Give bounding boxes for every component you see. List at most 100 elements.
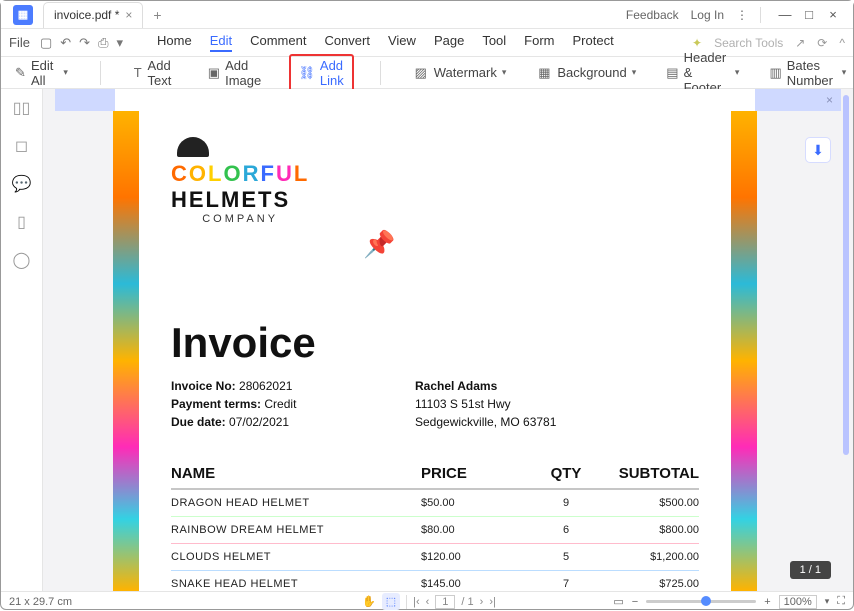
cloud-icon[interactable]: ⟳ <box>817 36 827 50</box>
zoom-in-icon[interactable]: + <box>764 596 770 608</box>
total-pages: / 1 <box>461 596 473 608</box>
menu-tool[interactable]: Tool <box>482 33 506 52</box>
menu-comment[interactable]: Comment <box>250 33 306 52</box>
last-page-icon[interactable]: ›| <box>489 596 496 608</box>
undo-icon[interactable]: ↶ <box>60 35 71 51</box>
add-text-label: Add Text <box>148 58 178 88</box>
add-link-label: Add Link <box>320 58 344 88</box>
document-tab[interactable]: invoice.pdf * × <box>43 2 143 28</box>
image-icon: ▣ <box>208 65 220 81</box>
redo-icon[interactable]: ↷ <box>79 35 90 51</box>
add-image-button[interactable]: ▣ Add Image <box>202 55 271 91</box>
add-image-label: Add Image <box>225 58 265 88</box>
edit-all-label: Edit All <box>31 58 58 88</box>
col-qty: QTY <box>521 465 611 482</box>
logo-line1: COLORFUL <box>171 161 309 187</box>
print-icon[interactable]: ⎙ <box>98 35 108 51</box>
watermark-label: Watermark <box>434 65 497 80</box>
zoom-out-icon[interactable]: − <box>632 596 638 608</box>
table-row: DRAGON HEAD HELMET $50.00 9 $500.00 <box>171 490 699 517</box>
edit-icon: ✎ <box>15 65 26 81</box>
attachments-icon[interactable]: ▯ <box>13 213 31 231</box>
zoom-slider[interactable] <box>646 600 756 603</box>
floating-save-button[interactable]: ⬇ <box>805 137 831 163</box>
pushpin-icon[interactable]: 📌 <box>363 229 395 260</box>
first-page-icon[interactable]: |‹ <box>413 596 420 608</box>
text-icon: T <box>133 65 143 81</box>
collapse-ribbon-icon[interactable]: ^ <box>839 36 845 50</box>
next-page-icon[interactable]: › <box>480 596 484 608</box>
due-label: Due date: <box>171 415 226 429</box>
table-header: NAME PRICE QTY SUBTOTAL <box>171 465 699 490</box>
watermark-button[interactable]: ▨ Watermark ▾ <box>407 62 513 84</box>
watermark-icon: ▨ <box>413 65 429 81</box>
page-dimensions: 21 x 29.7 cm <box>9 596 72 608</box>
invoice-meta-left: Invoice No: 28062021 Payment terms: Cred… <box>171 377 296 431</box>
menu-view[interactable]: View <box>388 33 416 52</box>
background-icon: ▦ <box>536 65 552 81</box>
tab-title: invoice.pdf * <box>54 8 119 22</box>
background-button[interactable]: ▦ Background ▾ <box>530 62 642 84</box>
share-icon[interactable]: ↗ <box>795 36 805 50</box>
minimize-button[interactable]: — <box>773 5 797 25</box>
pdf-page[interactable]: COLORFUL HELMETS COMPANY 📌 Invoice Invoi… <box>115 89 755 591</box>
header-footer-icon: ▤ <box>666 65 678 81</box>
view-mode-icon[interactable]: ▭ <box>613 595 623 608</box>
invoice-no-value: 28062021 <box>239 379 292 393</box>
invoice-title: Invoice <box>171 319 316 367</box>
menu-form[interactable]: Form <box>524 33 554 52</box>
invoice-no-label: Invoice No: <box>171 379 236 393</box>
bates-number-label: Bates Number <box>787 58 837 88</box>
col-subtotal: SUBTOTAL <box>611 465 699 482</box>
add-text-button[interactable]: T Add Text <box>127 55 184 91</box>
hand-tool-icon[interactable]: ✋ <box>362 595 376 608</box>
close-window-button[interactable]: × <box>821 5 845 25</box>
document-canvas: This document contains interactive form … <box>43 89 853 591</box>
edit-all-button[interactable]: ✎ Edit All ▾ <box>9 55 74 91</box>
kebab-menu-icon[interactable]: ⋮ <box>736 8 748 22</box>
page-navigation: ✋ ⬚ |‹ ‹ 1 / 1 › ›| <box>362 593 496 610</box>
menu-edit[interactable]: Edit <box>210 33 232 52</box>
statusbar: 21 x 29.7 cm ✋ ⬚ |‹ ‹ 1 / 1 › ›| ▭ − + 1… <box>1 591 853 611</box>
close-tab-icon[interactable]: × <box>125 8 132 22</box>
close-banner-icon[interactable]: × <box>826 93 833 107</box>
decorative-right-stripe <box>731 111 757 591</box>
prev-page-icon[interactable]: ‹ <box>426 596 430 608</box>
workarea: ▯▯ ◻ 💬 ▯ ◯ ▸ This document contains inte… <box>1 89 853 591</box>
search-icon[interactable]: ◯ <box>13 251 31 269</box>
invoice-table: NAME PRICE QTY SUBTOTAL DRAGON HEAD HELM… <box>171 465 699 591</box>
terms-label: Payment terms: <box>171 397 261 411</box>
bookmarks-icon[interactable]: ◻ <box>13 137 31 155</box>
zoom-level[interactable]: 100% <box>779 595 817 609</box>
left-sidebar: ▯▯ ◻ 💬 ▯ ◯ <box>1 89 43 591</box>
new-tab-button[interactable]: + <box>153 7 161 23</box>
due-value: 07/02/2021 <box>229 415 289 429</box>
vertical-scrollbar[interactable] <box>843 95 849 455</box>
link-icon: ⛓ <box>299 65 315 81</box>
edit-toolbar: ✎ Edit All ▾ T Add Text ▣ Add Image ⛓ Ad… <box>1 57 853 89</box>
menu-home[interactable]: Home <box>157 33 192 52</box>
terms-value: Credit <box>264 397 296 411</box>
feedback-link[interactable]: Feedback <box>626 8 679 22</box>
menu-protect[interactable]: Protect <box>573 33 614 52</box>
table-row: CLOUDS HELMET $120.00 5 $1,200.00 <box>171 544 699 571</box>
thumbnails-icon[interactable]: ▯▯ <box>13 99 31 117</box>
fit-page-icon[interactable]: ⛶ <box>837 595 845 608</box>
menu-convert[interactable]: Convert <box>324 33 370 52</box>
maximize-button[interactable]: □ <box>797 5 821 25</box>
invoice-billto: Rachel Adams 11103 S 51st Hwy Sedgewickv… <box>415 377 556 431</box>
comments-icon[interactable]: 💬 <box>13 175 31 193</box>
current-page-input[interactable]: 1 <box>435 595 455 609</box>
page-indicator-badge: 1 / 1 <box>790 561 831 579</box>
file-menu[interactable]: File <box>9 35 30 50</box>
save-icon[interactable]: ▢ <box>40 35 52 51</box>
bates-icon: ▥ <box>769 65 781 81</box>
qat-dropdown-icon[interactable]: ▾ <box>116 35 123 51</box>
col-name: NAME <box>171 465 421 482</box>
login-link[interactable]: Log In <box>691 8 724 22</box>
select-tool-icon[interactable]: ⬚ <box>382 593 400 610</box>
add-link-button[interactable]: ⛓ Add Link <box>289 54 354 92</box>
bates-number-button[interactable]: ▥ Bates Number ▾ <box>763 55 852 91</box>
menu-page[interactable]: Page <box>434 33 464 52</box>
helmet-icon <box>177 137 209 157</box>
